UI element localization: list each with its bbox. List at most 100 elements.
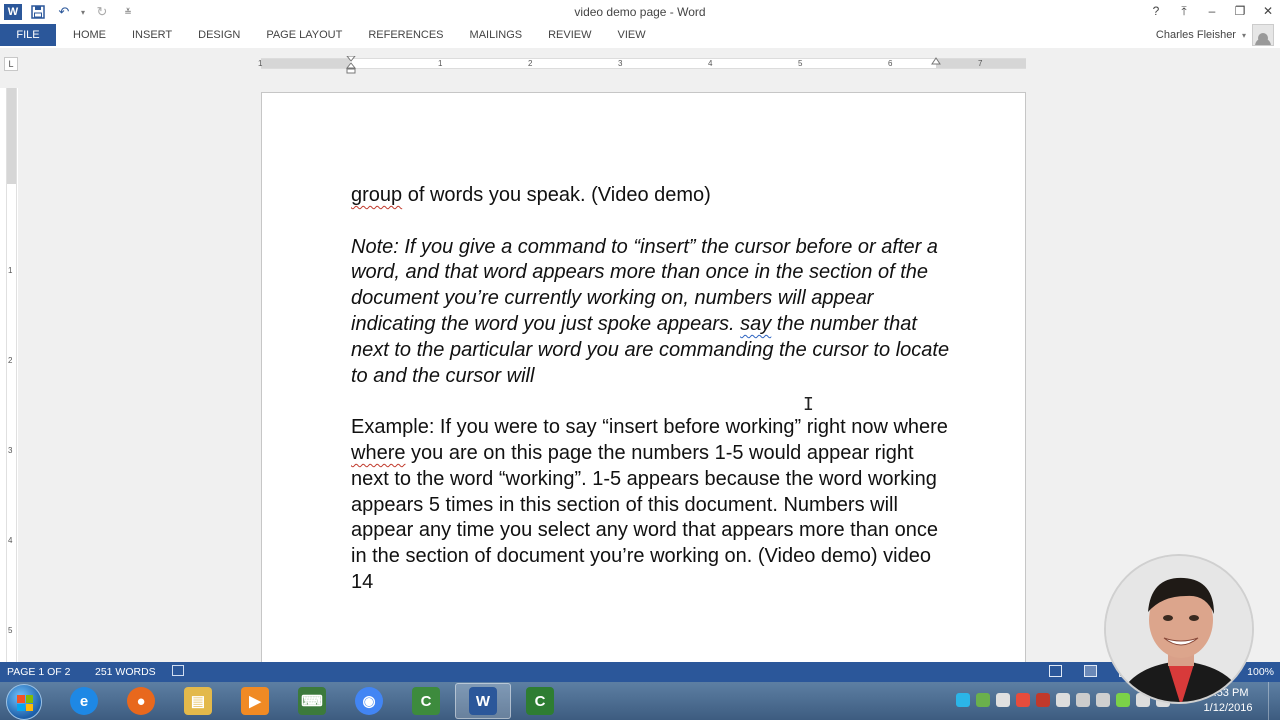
left-indent-marker[interactable] bbox=[345, 55, 357, 74]
status-bar: PAGE 1 OF 2 251 WORDS 100% bbox=[0, 662, 1280, 682]
read-mode-icon[interactable] bbox=[1049, 665, 1062, 677]
ruler-number: 5 bbox=[8, 626, 13, 635]
help-icon[interactable]: ? bbox=[1148, 2, 1164, 20]
tray-icon[interactable] bbox=[956, 693, 970, 707]
taskbar-camtasia-studio[interactable]: C bbox=[512, 683, 568, 719]
ruler-number: 2 bbox=[8, 356, 13, 365]
word-icon: W bbox=[469, 687, 497, 715]
chevron-down-icon[interactable]: ▾ bbox=[1242, 31, 1246, 40]
right-indent-marker[interactable] bbox=[931, 56, 941, 72]
tray-icon[interactable] bbox=[976, 693, 990, 707]
ruler-number: 5 bbox=[798, 59, 803, 68]
paragraph-text[interactable]: you are on this page the numbers 1-5 wou… bbox=[351, 442, 938, 593]
ribbon-display-options-icon[interactable]: ⤒ bbox=[1176, 2, 1192, 20]
tray-icon[interactable] bbox=[1096, 693, 1110, 707]
tray-icon[interactable] bbox=[1036, 693, 1050, 707]
tab-insert[interactable]: INSERT bbox=[119, 29, 185, 41]
user-name[interactable]: Charles Fleisher bbox=[1156, 29, 1236, 41]
word-count[interactable]: 251 WORDS bbox=[95, 666, 156, 678]
media-player-icon: ▶ bbox=[241, 687, 269, 715]
left-margin-area bbox=[261, 59, 350, 68]
document-page[interactable]: group of words you speak. (Video demo) N… bbox=[261, 92, 1026, 662]
ruler-number: 3 bbox=[618, 59, 623, 68]
paragraph-text[interactable]: Example: If you were to say “insert befo… bbox=[351, 416, 948, 438]
ruler-number: 3 bbox=[8, 446, 13, 455]
show-desktop-button[interactable] bbox=[1268, 682, 1280, 720]
tab-stop-selector[interactable]: L bbox=[4, 57, 18, 71]
webcam-overlay bbox=[1104, 554, 1254, 704]
chrome-icon: ◉ bbox=[355, 687, 383, 715]
top-margin-area bbox=[7, 88, 16, 184]
ruler-number: 1 bbox=[438, 59, 443, 68]
tray-icon[interactable] bbox=[1116, 693, 1130, 707]
taskbar-apps: e ● ▤ ▶ ⌨ ◉ C W C bbox=[56, 683, 568, 719]
mouse-ibeam-cursor: I bbox=[803, 394, 814, 415]
account-area[interactable]: Charles Fleisher ▾ bbox=[1156, 24, 1274, 46]
ruler-number: 4 bbox=[8, 536, 13, 545]
camtasia-studio-icon: C bbox=[526, 687, 554, 715]
windows-logo-icon bbox=[17, 695, 33, 711]
taskbar-firefox[interactable]: ● bbox=[113, 683, 169, 719]
title-bar: W ↶ ▾ ↻ ≚ video demo page - Word ? ⤒ – ❐… bbox=[0, 0, 1280, 24]
tab-home[interactable]: HOME bbox=[60, 29, 119, 41]
ruler-number: 1 bbox=[258, 59, 263, 68]
paragraph-text[interactable]: of words you speak. (Video demo) bbox=[402, 184, 711, 206]
camtasia-recorder-icon: C bbox=[412, 687, 440, 715]
horizontal-ruler[interactable]: 1 1 2 3 4 5 6 7 bbox=[258, 58, 1026, 69]
window-controls: ? ⤒ – ❐ ✕ bbox=[1148, 2, 1276, 20]
tab-design[interactable]: DESIGN bbox=[185, 29, 253, 41]
zoom-level[interactable]: 100% bbox=[1247, 666, 1274, 678]
taskbar-internet-explorer[interactable]: e bbox=[56, 683, 112, 719]
tab-page-layout[interactable]: PAGE LAYOUT bbox=[253, 29, 355, 41]
taskbar-chrome[interactable]: ◉ bbox=[341, 683, 397, 719]
grammar-flag-word[interactable]: say bbox=[740, 313, 771, 335]
ruler-bar: L 1 1 2 3 4 5 6 7 bbox=[0, 48, 1280, 88]
paragraph[interactable]: group of words you speak. (Video demo) bbox=[351, 183, 951, 209]
internet-explorer-icon: e bbox=[70, 687, 98, 715]
print-layout-icon[interactable] bbox=[1084, 665, 1097, 677]
taskbar-file-explorer[interactable]: ▤ bbox=[170, 683, 226, 719]
avatar[interactable] bbox=[1252, 24, 1274, 46]
tab-mailings[interactable]: MAILINGS bbox=[457, 29, 536, 41]
taskbar-terminal-app[interactable]: ⌨ bbox=[284, 683, 340, 719]
example-paragraph[interactable]: Example: If you were to say “insert befo… bbox=[351, 415, 951, 596]
presenter-video-icon bbox=[1106, 556, 1252, 702]
document-workspace[interactable]: group of words you speak. (Video demo) N… bbox=[18, 88, 1280, 662]
ruler-number: 4 bbox=[708, 59, 713, 68]
tab-review[interactable]: REVIEW bbox=[535, 29, 604, 41]
window-title: video demo page - Word bbox=[574, 5, 706, 19]
proofing-icon[interactable] bbox=[172, 665, 184, 679]
taskbar-word[interactable]: W bbox=[455, 683, 511, 719]
document-body[interactable]: group of words you speak. (Video demo) N… bbox=[351, 183, 951, 596]
system-tray bbox=[956, 693, 1170, 707]
minimize-icon[interactable]: – bbox=[1204, 2, 1220, 20]
taskbar-camtasia-recorder[interactable]: C bbox=[398, 683, 454, 719]
taskbar-media-player[interactable]: ▶ bbox=[227, 683, 283, 719]
ribbon-tab-bar: FILE HOME INSERT DESIGN PAGE LAYOUT REFE… bbox=[0, 24, 1280, 48]
tab-file[interactable]: FILE bbox=[0, 24, 56, 46]
start-button[interactable] bbox=[6, 684, 42, 720]
tray-icon[interactable] bbox=[1016, 693, 1030, 707]
ruler-number: 7 bbox=[978, 59, 983, 68]
tray-icon[interactable] bbox=[996, 693, 1010, 707]
file-explorer-icon: ▤ bbox=[184, 687, 212, 715]
terminal-app-icon: ⌨ bbox=[298, 687, 326, 715]
ruler-number: 1 bbox=[8, 266, 13, 275]
tray-icon[interactable] bbox=[1056, 693, 1070, 707]
windows-taskbar: e ● ▤ ▶ ⌨ ◉ C W C 8:53 PM 1/12/2016 bbox=[0, 682, 1280, 720]
clock-date: 1/12/2016 bbox=[1203, 702, 1253, 714]
vertical-ruler[interactable]: 1 2 3 4 5 bbox=[6, 88, 17, 662]
close-icon[interactable]: ✕ bbox=[1260, 2, 1276, 20]
tab-view[interactable]: VIEW bbox=[605, 29, 659, 41]
ruler-number: 2 bbox=[528, 59, 533, 68]
restore-icon[interactable]: ❐ bbox=[1232, 2, 1248, 20]
spelling-flag-word[interactable]: group bbox=[351, 184, 402, 206]
note-paragraph[interactable]: Note: If you give a command to “insert” … bbox=[351, 235, 951, 390]
ruler-number: 6 bbox=[888, 59, 893, 68]
page-count[interactable]: PAGE 1 OF 2 bbox=[7, 666, 70, 678]
tab-references[interactable]: REFERENCES bbox=[355, 29, 456, 41]
tray-icon[interactable] bbox=[1076, 693, 1090, 707]
spelling-flag-word[interactable]: where bbox=[351, 442, 405, 464]
